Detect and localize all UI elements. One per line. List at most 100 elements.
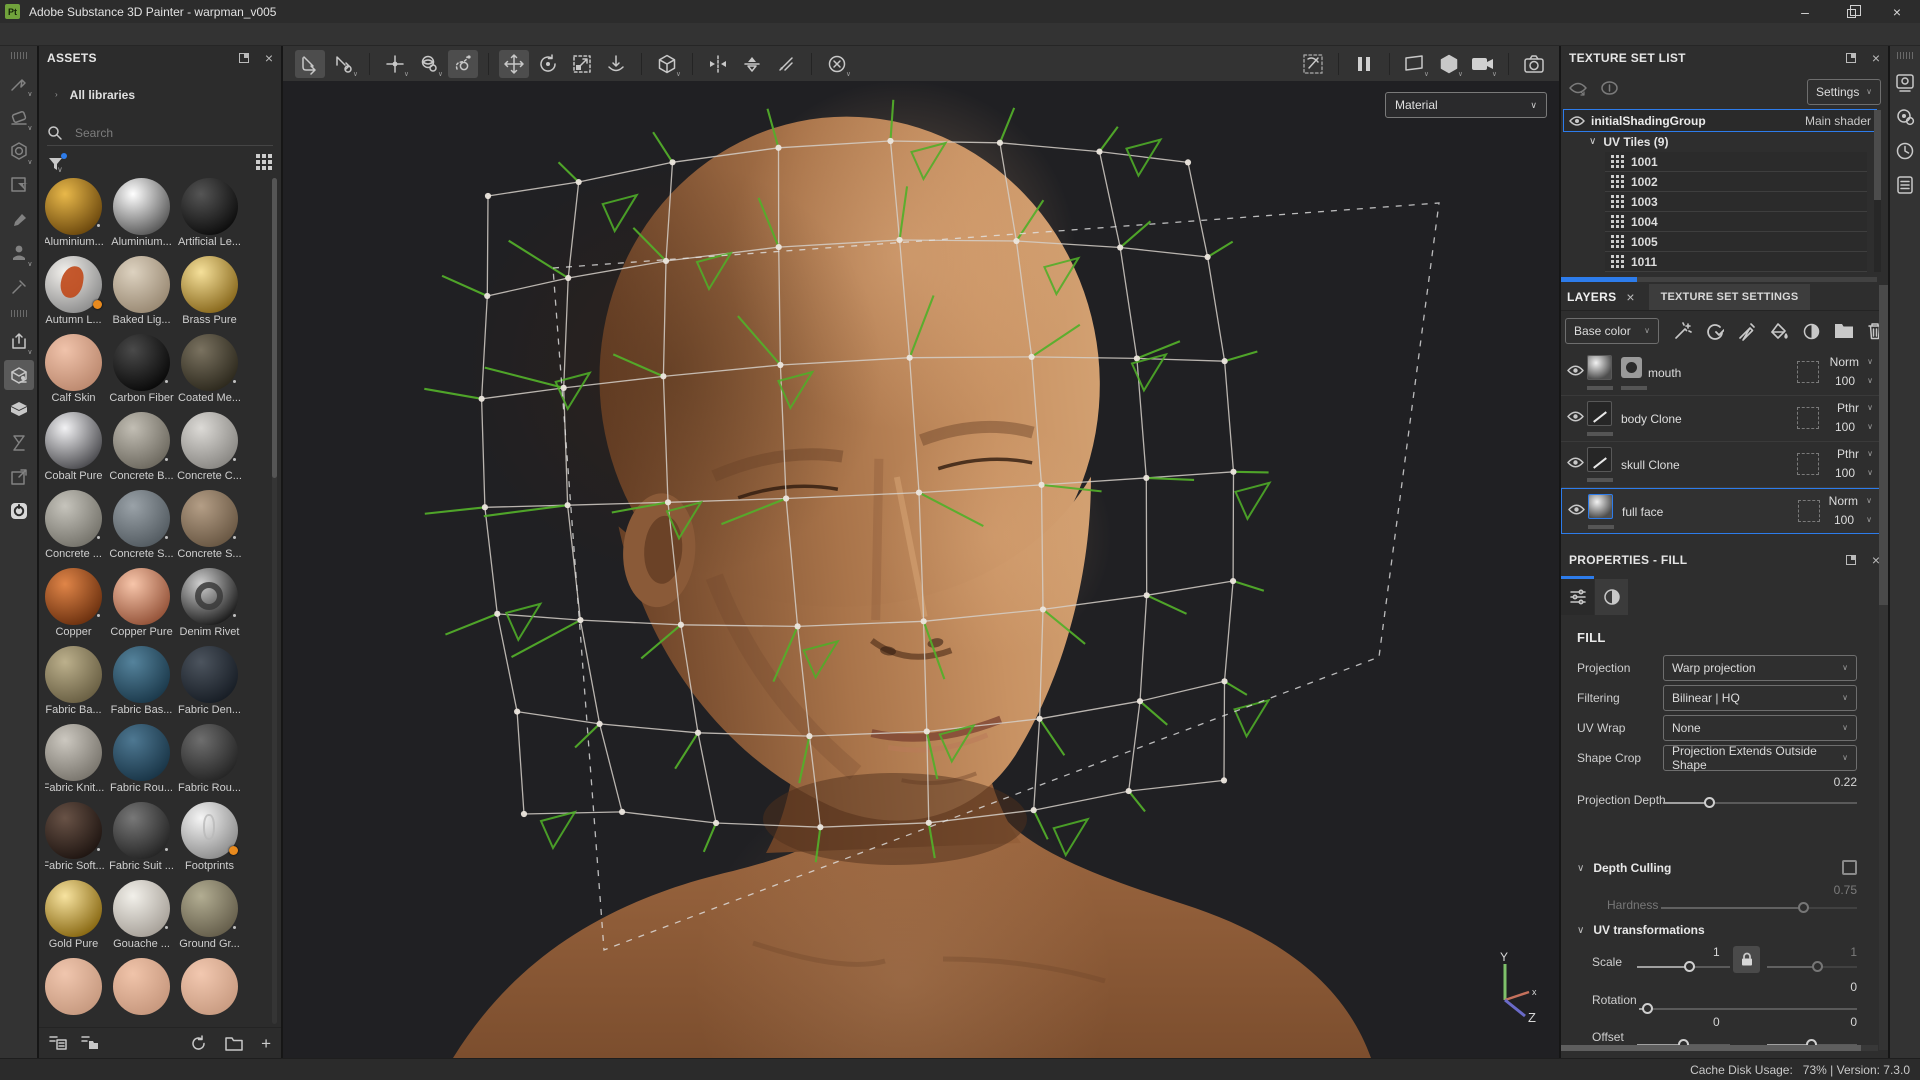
assets-scrollbar[interactable]: [272, 178, 277, 1024]
channel-filter-dropdown[interactable]: Base color ∨: [1565, 318, 1659, 344]
layer-opacity[interactable]: 100: [1835, 374, 1855, 388]
anchor-slot-icon[interactable]: [1797, 453, 1819, 475]
projection-visibility-toggle[interactable]: [1298, 50, 1328, 78]
layer-opacity[interactable]: 100: [1834, 513, 1854, 527]
snap-tool[interactable]: ∨: [380, 50, 410, 78]
visibility-single-icon[interactable]: [1601, 80, 1618, 96]
material-asset[interactable]: Brass Pure: [181, 256, 238, 327]
layer-thumbnail[interactable]: [1587, 447, 1612, 472]
material-asset[interactable]: Footprints: [181, 802, 238, 873]
drag-grip-icon[interactable]: [1894, 52, 1916, 60]
undock-panel-icon[interactable]: [239, 53, 249, 63]
resources-updater-button[interactable]: [4, 496, 34, 526]
visibility-sync-icon[interactable]: [1569, 80, 1587, 96]
layer-visibility-icon[interactable]: [1567, 364, 1584, 377]
material-asset[interactable]: Coated Me...: [181, 334, 238, 405]
material-asset[interactable]: Fabric Suit ...: [113, 802, 170, 873]
pause-engine-button[interactable]: [1349, 50, 1379, 78]
material-asset[interactable]: Copper Pure: [113, 568, 170, 639]
material-asset[interactable]: Calf Skin: [45, 334, 102, 405]
material-asset[interactable]: Fabric Rou...: [181, 724, 238, 795]
library-filter-row[interactable]: › All libraries: [39, 88, 281, 102]
add-paint-layer-icon[interactable]: [1737, 322, 1756, 341]
layer-visibility-icon[interactable]: [1568, 503, 1585, 516]
texture-set-row[interactable]: initialShadingGroup Main shader: [1563, 109, 1877, 132]
hardness-slider[interactable]: [1661, 902, 1857, 914]
uv-transformations-section[interactable]: ∨UV transformations: [1577, 923, 1705, 937]
material-asset[interactable]: [113, 958, 170, 1024]
display-settings-dock-button[interactable]: [1892, 104, 1918, 130]
property-dropdown[interactable]: Warp projection ∨: [1663, 655, 1857, 681]
eraser-tool[interactable]: ∨: [4, 102, 34, 132]
expand-view-button[interactable]: [4, 462, 34, 492]
material-asset[interactable]: Aluminium...: [45, 178, 102, 249]
material-asset[interactable]: Concrete S...: [113, 490, 170, 561]
uv-tile-row[interactable]: 1004: [1605, 212, 1867, 232]
material-asset[interactable]: Fabric Ba...: [45, 646, 102, 717]
material-asset[interactable]: Gold Pure: [45, 880, 102, 951]
texture-set-hscrollbar[interactable]: [1561, 277, 1877, 282]
layer-opacity[interactable]: 100: [1835, 420, 1855, 434]
layer-visibility-icon[interactable]: [1567, 456, 1584, 469]
project-configuration-button[interactable]: [1892, 70, 1918, 96]
material-asset[interactable]: Fabric Bas...: [113, 646, 170, 717]
uv-tile-row[interactable]: 1002: [1605, 172, 1867, 192]
material-asset[interactable]: [45, 958, 102, 1024]
rotation-value[interactable]: 0: [1850, 980, 1857, 994]
anchor-slot-icon[interactable]: [1798, 500, 1820, 522]
import-folder-icon[interactable]: [81, 1035, 99, 1051]
display-settings-button[interactable]: ∨: [1400, 50, 1430, 78]
refresh-icon[interactable]: [190, 1035, 207, 1052]
polygon-fill-tool[interactable]: [4, 170, 34, 200]
new-folder-icon[interactable]: [225, 1036, 243, 1051]
material-asset[interactable]: Concrete ...: [45, 490, 102, 561]
anchor-slot-icon[interactable]: [1797, 361, 1819, 383]
eye-icon[interactable]: [1569, 115, 1585, 127]
material-mode-button[interactable]: [4, 394, 34, 424]
uv-tile-row[interactable]: 1011: [1605, 252, 1867, 272]
properties-hscrollbar[interactable]: [1561, 1045, 1878, 1051]
grid-view-button[interactable]: [256, 154, 273, 174]
offset-x-value[interactable]: 0: [1713, 1015, 1720, 1029]
warp-transform-settings-tool[interactable]: ∨: [329, 50, 359, 78]
drag-grip-icon[interactable]: [8, 52, 30, 60]
close-tab-icon[interactable]: ×: [1626, 290, 1634, 304]
geometry-mask-tool[interactable]: ∨: [652, 50, 682, 78]
projection-depth-value[interactable]: 0.22: [1834, 775, 1857, 789]
material-asset[interactable]: Baked Lig...: [113, 256, 170, 327]
filter-funnel-button[interactable]: ∨: [47, 155, 65, 173]
material-asset[interactable]: Concrete S...: [181, 490, 238, 561]
material-asset[interactable]: [181, 958, 238, 1024]
property-dropdown[interactable]: None ∨: [1663, 715, 1857, 741]
add-smart-material-icon[interactable]: [1802, 322, 1821, 341]
rotation-slider[interactable]: [1639, 1003, 1857, 1015]
log-button[interactable]: [1892, 172, 1918, 198]
viewport-3d[interactable]: Material ∨ Y x Z: [283, 81, 1559, 1058]
property-dropdown[interactable]: Bilinear | HQ ∨: [1663, 685, 1857, 711]
scale-link-lock-button[interactable]: [1733, 946, 1760, 973]
layer-opacity[interactable]: 100: [1835, 466, 1855, 480]
material-asset[interactable]: Carbon Fiber: [113, 334, 170, 405]
pen-pressure-tool[interactable]: [771, 50, 801, 78]
camera-settings-button[interactable]: ∨: [1468, 50, 1498, 78]
smudge-tool[interactable]: [4, 204, 34, 234]
uv-tile-row[interactable]: 1005: [1605, 232, 1867, 252]
add-folder-icon[interactable]: [1834, 323, 1854, 339]
projection-tool[interactable]: ∨: [4, 136, 34, 166]
import-resources-button[interactable]: +: [261, 1035, 271, 1052]
layer-blend-mode[interactable]: Norm: [1829, 494, 1858, 508]
lazy-mouse-tool[interactable]: [448, 50, 478, 78]
material-asset[interactable]: Fabric Rou...: [113, 724, 170, 795]
property-dropdown[interactable]: Projection Extends Outside Shape ∨: [1663, 745, 1857, 771]
close-button[interactable]: ×: [1874, 0, 1920, 23]
texture-set-settings-dropdown[interactable]: Settings ∨: [1807, 79, 1881, 105]
axis-gizmo[interactable]: Y x Z: [1489, 952, 1545, 1024]
minimize-button[interactable]: –: [1782, 0, 1828, 23]
layer-row[interactable]: skull Clone Pthr ∨ 100 ∨: [1561, 442, 1881, 488]
close-panel-icon[interactable]: ×: [1872, 51, 1880, 65]
layer-blend-mode[interactable]: Pthr: [1837, 447, 1859, 461]
symmetry-tool[interactable]: [737, 50, 767, 78]
close-panel-icon[interactable]: ×: [265, 51, 273, 65]
scale-tool[interactable]: [567, 50, 597, 78]
export-resource-button[interactable]: ∨: [4, 326, 34, 356]
